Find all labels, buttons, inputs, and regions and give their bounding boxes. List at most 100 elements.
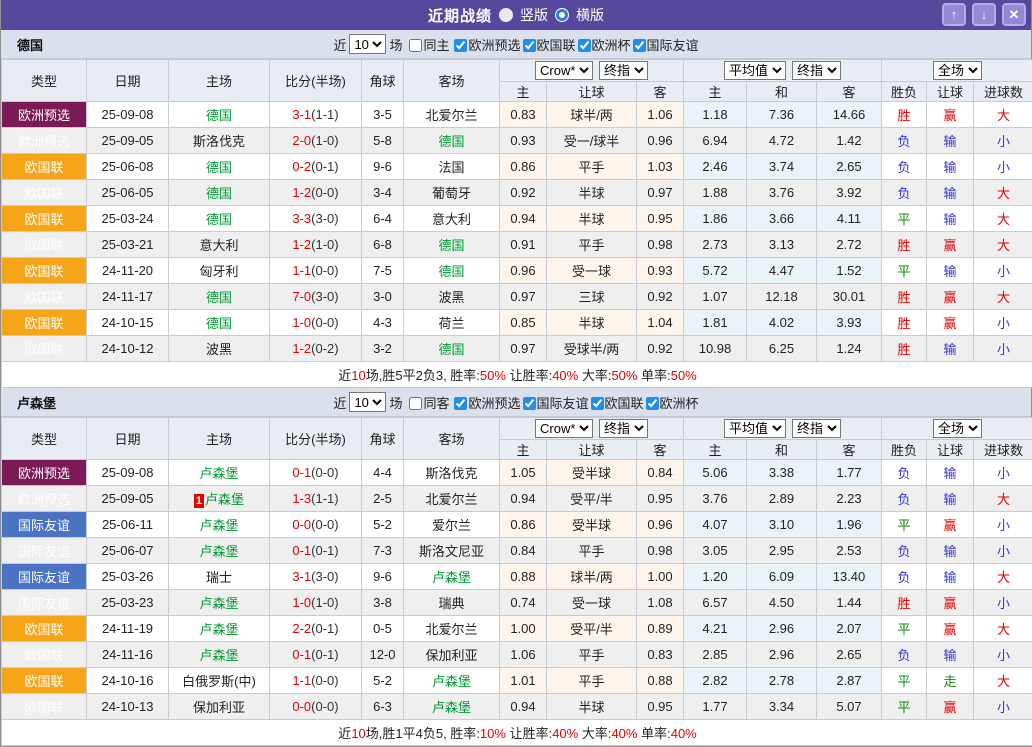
away-team: 瑞典 <box>438 596 464 611</box>
league-checkbox[interactable] <box>523 397 536 410</box>
league-filter[interactable]: 欧洲杯 <box>644 396 699 411</box>
home-team: 保加利亚 <box>193 700 245 715</box>
wdl-result-cell: 负 <box>882 180 927 206</box>
move-up-button[interactable]: ↑ <box>942 3 966 26</box>
league-filters: 欧洲预选欧国联欧洲杯国际友谊 <box>452 35 698 54</box>
corner-cell: 6-3 <box>362 694 404 720</box>
avg-home-cell: 2.73 <box>684 232 747 258</box>
home-team: 德国 <box>206 212 232 227</box>
league-filter[interactable]: 欧洲预选 <box>452 38 520 53</box>
same-venue-filter[interactable]: 同主 <box>405 35 449 54</box>
team-name: 德国 <box>17 35 43 54</box>
match-row: 欧洲预选 25-09-05 1卢森堡 1-3(1-1) 2-5 北爱尔兰 0.9… <box>2 486 1032 512</box>
same-venue-checkbox[interactable] <box>409 397 422 410</box>
match-row: 欧国联 24-10-15 德国 1-0(0-0) 4-3 荷兰 0.85 半球 … <box>2 310 1032 336</box>
league-checkbox[interactable] <box>454 39 467 52</box>
away-team-cell: 斯洛文尼亚 <box>404 538 500 564</box>
home-odds-cell: 0.85 <box>500 310 547 336</box>
home-team-cell: 卢森堡 <box>169 512 270 538</box>
handicap-result-cell: 输 <box>927 180 974 206</box>
avg-draw-cell: 7.36 <box>747 102 817 128</box>
horizontal-layout-radio[interactable] <box>555 8 569 22</box>
bookmaker-select[interactable]: Crow* <box>535 61 593 80</box>
luxembourg-filter-bar: 卢森堡 近 10 场 同客 欧洲预选国际友谊欧国联欧洲杯 <box>1 388 1031 417</box>
summary-text: 近10场,胜5平2负3, 胜率:50% 让胜率:40% 大率:50% 单率:50… <box>2 362 1032 388</box>
vertical-layout-radio[interactable] <box>499 8 513 22</box>
full-score: 7-0 <box>292 289 311 304</box>
date-cell: 25-09-05 <box>87 128 169 154</box>
league-checkbox[interactable] <box>646 397 659 410</box>
col-corner: 角球 <box>362 418 404 460</box>
date-cell: 25-09-05 <box>87 486 169 512</box>
goals-result-cell: 大 <box>974 102 1032 128</box>
league-filter[interactable]: 国际友谊 <box>521 396 589 411</box>
subcol-avg-home: 主 <box>684 82 747 102</box>
away-team: 卢森堡 <box>432 674 471 689</box>
league-type-cell: 欧国联 <box>2 616 87 642</box>
league-filter[interactable]: 欧国联 <box>521 38 576 53</box>
league-type-cell: 国际友谊 <box>2 564 87 590</box>
home-team-cell: 卢森堡 <box>169 538 270 564</box>
same-venue-checkbox[interactable] <box>409 39 422 52</box>
home-team-cell: 德国 <box>169 284 270 310</box>
home-team: 意大利 <box>199 238 238 253</box>
home-team-cell: 1卢森堡 <box>169 486 270 512</box>
move-down-button[interactable]: ↓ <box>972 3 996 26</box>
odds-stage-select[interactable]: 终指 <box>599 419 648 438</box>
handicap-result-cell: 赢 <box>927 616 974 642</box>
home-team-cell: 德国 <box>169 102 270 128</box>
wdl-result-cell: 平 <box>882 512 927 538</box>
half-score: (3-0) <box>311 211 338 226</box>
avg-home-cell: 5.72 <box>684 258 747 284</box>
score-cell: 7-0(3-0) <box>270 284 362 310</box>
home-team-cell: 匈牙利 <box>169 258 270 284</box>
wdl-result-cell: 胜 <box>882 336 927 362</box>
average-select[interactable]: 平均值 <box>724 419 786 438</box>
goals-result-cell: 小 <box>974 694 1032 720</box>
away-odds-cell: 0.96 <box>637 512 684 538</box>
league-checkbox[interactable] <box>591 397 604 410</box>
away-team: 爱尔兰 <box>432 518 471 533</box>
average-stage-select[interactable]: 终指 <box>792 61 841 80</box>
goals-result-cell: 小 <box>974 512 1032 538</box>
half-score: (0-0) <box>311 185 338 200</box>
date-cell: 25-03-21 <box>87 232 169 258</box>
league-checkbox[interactable] <box>523 39 536 52</box>
handicap-result-cell: 赢 <box>927 310 974 336</box>
bookmaker-select[interactable]: Crow* <box>535 419 593 438</box>
league-checkbox[interactable] <box>454 397 467 410</box>
average-select[interactable]: 平均值 <box>724 61 786 80</box>
league-type-cell: 欧国联 <box>2 180 87 206</box>
subcol-wdl: 胜负 <box>882 440 927 460</box>
league-filter[interactable]: 欧洲预选 <box>452 396 520 411</box>
subcol-avg-away: 客 <box>817 82 882 102</box>
scope-select[interactable]: 全场 <box>933 61 982 80</box>
away-team-cell: 斯洛伐克 <box>404 460 500 486</box>
home-team: 卢森堡 <box>205 492 244 507</box>
league-type-cell: 欧国联 <box>2 336 87 362</box>
close-button[interactable]: ✕ <box>1002 3 1026 26</box>
league-filter[interactable]: 欧洲杯 <box>576 38 631 53</box>
vertical-layout-label[interactable]: 竖版 <box>520 5 548 25</box>
goals-result-cell: 大 <box>974 232 1032 258</box>
score-cell: 1-2(1-0) <box>270 232 362 258</box>
col-home: 主场 <box>169 60 270 102</box>
odds-stage-select[interactable]: 终指 <box>599 61 648 80</box>
avg-home-cell: 1.07 <box>684 284 747 310</box>
league-filter[interactable]: 国际友谊 <box>631 38 699 53</box>
league-checkbox[interactable] <box>633 39 646 52</box>
league-filter[interactable]: 欧国联 <box>589 396 644 411</box>
avg-away-cell: 1.42 <box>817 128 882 154</box>
average-stage-select[interactable]: 终指 <box>792 419 841 438</box>
subcol-hc-result: 让球 <box>927 440 974 460</box>
away-odds-cell: 0.95 <box>637 206 684 232</box>
same-venue-filter[interactable]: 同客 <box>405 393 449 412</box>
horizontal-layout-label[interactable]: 横版 <box>576 5 604 25</box>
recent-count-select[interactable]: 10 <box>349 392 386 412</box>
league-checkbox[interactable] <box>578 39 591 52</box>
scope-select[interactable]: 全场 <box>933 419 982 438</box>
recent-count-select[interactable]: 10 <box>349 34 386 54</box>
corner-cell: 7-5 <box>362 258 404 284</box>
handicap-cell: 受半球 <box>547 512 637 538</box>
subcol-away-odds: 客 <box>637 82 684 102</box>
